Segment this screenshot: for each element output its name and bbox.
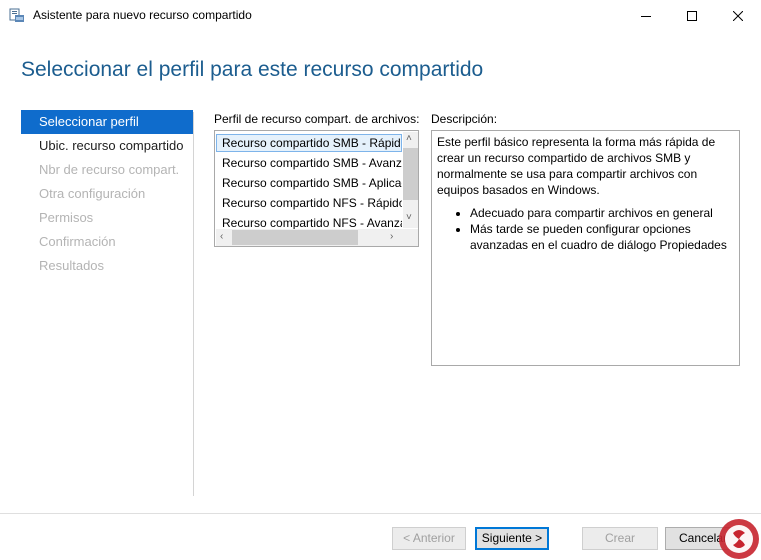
close-icon	[733, 10, 743, 21]
scroll-up-icon[interactable]: ˄	[406, 133, 412, 144]
list-item-smb-quick[interactable]: Recurso compartido SMB - Rápido	[216, 134, 402, 152]
scroll-right-icon[interactable]: ›	[390, 231, 393, 242]
maximize-button[interactable]	[669, 0, 715, 31]
nav-item-results: Resultados	[39, 258, 105, 273]
page-title: Seleccionar el perfil para este recurso …	[21, 58, 484, 81]
description-label: Descripción:	[431, 112, 498, 126]
list-horizontal-scrollbar[interactable]: ‹ ›	[216, 229, 403, 246]
nav-item-share-location[interactable]: Ubic. recurso compartido	[21, 134, 193, 158]
description-text: Este perfil básico representa la forma m…	[437, 135, 716, 197]
create-button[interactable]: Crear	[582, 527, 658, 550]
watermark-logo	[719, 519, 759, 559]
description-bullet: Más tarde se pueden configurar opciones …	[470, 221, 734, 253]
description-bullets: Adecuado para compartir archivos en gene…	[437, 205, 734, 253]
list-vertical-scrollbar[interactable]: ˄ ˅	[403, 132, 418, 228]
footer-divider	[0, 513, 761, 514]
nav-item-share-name: Nbr de recurso compart.	[39, 162, 180, 177]
nav-item-permissions: Permisos	[39, 210, 94, 225]
scroll-down-icon[interactable]: ˅	[406, 212, 412, 223]
title-bar: Asistente para nuevo recurso compartido	[0, 0, 761, 31]
list-item-smb-advanced[interactable]: Recurso compartido SMB - Avanzado	[216, 154, 402, 172]
window-title: Asistente para nuevo recurso compartido	[33, 8, 252, 22]
scrollbar-corner	[403, 229, 418, 246]
description-bullet: Adecuado para compartir archivos en gene…	[470, 205, 734, 221]
profile-list-label: Perfil de recurso compart. de archivos:	[214, 112, 420, 126]
vertical-scroll-thumb[interactable]	[403, 148, 418, 200]
list-item-smb-applications[interactable]: Recurso compartido SMB - Aplicaciones	[216, 174, 402, 192]
nav-item-select-profile[interactable]: Seleccionar perfil	[21, 110, 193, 134]
horizontal-scroll-thumb[interactable]	[232, 230, 358, 245]
nav-item-other-settings: Otra configuración	[39, 186, 146, 201]
next-button[interactable]: Siguiente >	[475, 527, 549, 550]
scroll-left-icon[interactable]: ‹	[220, 231, 223, 242]
description-box: Este perfil básico representa la forma m…	[431, 130, 740, 366]
maximize-icon	[687, 10, 697, 21]
nav-item-confirmation: Confirmación	[39, 234, 116, 249]
minimize-button[interactable]	[623, 0, 669, 31]
list-item-nfs-quick[interactable]: Recurso compartido NFS - Rápido	[216, 194, 402, 212]
minimize-icon	[641, 15, 651, 17]
wizard-steps-nav: Seleccionar perfil Ubic. recurso compart…	[21, 110, 193, 278]
previous-button[interactable]: < Anterior	[392, 527, 466, 550]
nav-divider	[193, 112, 194, 496]
shared-folder-app-icon	[9, 8, 24, 22]
close-button[interactable]	[715, 0, 761, 31]
profile-listbox[interactable]: Recurso compartido SMB - Rápido Recurso …	[214, 130, 419, 247]
